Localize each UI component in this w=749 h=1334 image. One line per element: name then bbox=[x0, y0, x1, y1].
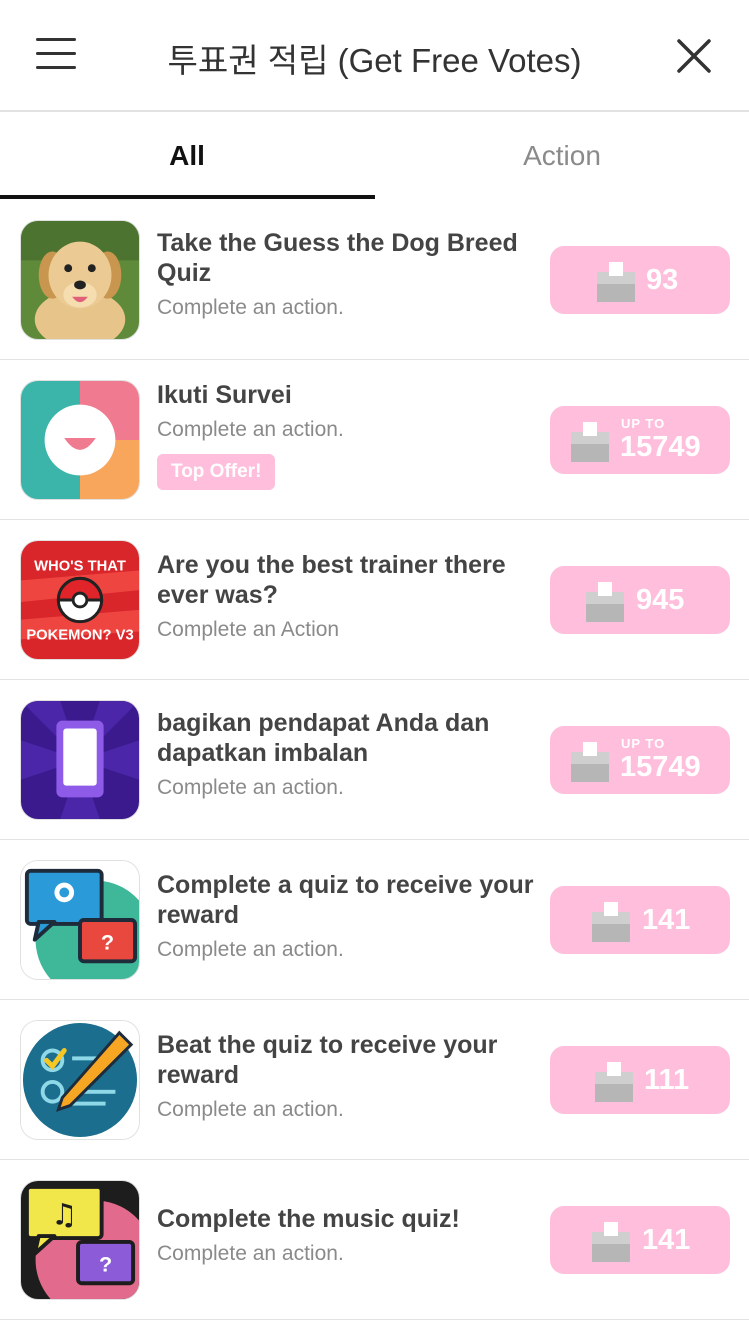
vote-reward-button[interactable]: 111 bbox=[550, 1046, 730, 1114]
offer-info: bagikan pendapat Anda dan dapatkan imbal… bbox=[157, 708, 537, 800]
vote-reward-button[interactable]: UP TO 15749 bbox=[550, 406, 730, 474]
quiz-chat-icon: ? bbox=[20, 860, 140, 980]
offer-row[interactable]: WHO'S THAT POKEMON? V3 Are you the best … bbox=[0, 520, 749, 680]
music-quiz-icon: ♫ ? bbox=[20, 1180, 140, 1300]
vote-count: 141 bbox=[642, 1224, 691, 1256]
vote-reward-button[interactable]: 141 bbox=[550, 1206, 730, 1274]
offer-info: Are you the best trainer there ever was?… bbox=[157, 550, 537, 642]
header-bar: 투표권 적립 (Get Free Votes) bbox=[0, 0, 749, 112]
checklist-pencil-icon bbox=[20, 1020, 140, 1140]
vote-reward-button[interactable]: 93 bbox=[550, 246, 730, 314]
ballot-box-icon bbox=[571, 422, 609, 462]
offer-title: Complete the music quiz! bbox=[157, 1205, 460, 1233]
offer-title: Beat the quiz to receive your reward bbox=[157, 1031, 498, 1089]
svg-text:?: ? bbox=[101, 930, 114, 955]
offer-subtitle: Complete an action. bbox=[157, 418, 344, 441]
offer-list: Take the Guess the Dog Breed Quiz Comple… bbox=[0, 200, 749, 1320]
offer-row[interactable]: Ikuti Survei Complete an action. Top Off… bbox=[0, 360, 749, 520]
active-tab-indicator bbox=[0, 195, 375, 199]
offer-subtitle: Complete an action. bbox=[157, 1098, 344, 1121]
pokemon-icon-bottom-text: POKEMON? V3 bbox=[26, 627, 133, 643]
offer-subtitle: Complete an action. bbox=[157, 1242, 344, 1265]
offer-title: Ikuti Survei bbox=[157, 381, 292, 409]
vote-count: 93 bbox=[646, 264, 679, 296]
offer-row[interactable]: ♫ ? Complete the music quiz! Complete an… bbox=[0, 1160, 749, 1320]
ballot-box-icon bbox=[571, 742, 609, 782]
svg-text:♫: ♫ bbox=[51, 1197, 77, 1231]
vote-count: 111 bbox=[644, 1064, 690, 1096]
svg-text:?: ? bbox=[99, 1251, 112, 1276]
ballot-box-icon bbox=[592, 1222, 630, 1262]
vote-count: 15749 bbox=[620, 751, 701, 783]
vote-reward-button[interactable]: 945 bbox=[550, 566, 730, 634]
survey-app-icon bbox=[20, 380, 140, 500]
offer-info: Ikuti Survei Complete an action. Top Off… bbox=[157, 380, 537, 490]
offer-info: Complete the music quiz! Complete an act… bbox=[157, 1204, 537, 1266]
offer-title: Complete a quiz to receive your reward bbox=[157, 871, 534, 929]
offer-subtitle: Complete an action. bbox=[157, 938, 344, 961]
close-icon[interactable] bbox=[676, 38, 712, 74]
tab-all[interactable]: All bbox=[0, 112, 374, 200]
pokemon-quiz-icon: WHO'S THAT POKEMON? V3 bbox=[20, 540, 140, 660]
top-offer-badge: Top Offer! bbox=[157, 454, 276, 490]
ballot-box-icon bbox=[586, 582, 624, 622]
offer-row[interactable]: bagikan pendapat Anda dan dapatkan imbal… bbox=[0, 680, 749, 840]
tab-action[interactable]: Action bbox=[375, 112, 749, 200]
offer-subtitle: Complete an Action bbox=[157, 618, 340, 641]
vote-count: 15749 bbox=[620, 431, 701, 463]
offer-row[interactable]: ? Complete a quiz to receive your reward… bbox=[0, 840, 749, 1000]
offer-title: Take the Guess the Dog Breed Quiz bbox=[157, 229, 518, 287]
vote-reward-button[interactable]: UP TO 15749 bbox=[550, 726, 730, 794]
offer-title: Are you the best trainer there ever was? bbox=[157, 551, 506, 609]
hamburger-menu-icon[interactable] bbox=[36, 38, 76, 70]
page-title: 투표권 적립 (Get Free Votes) bbox=[167, 42, 582, 79]
pokemon-icon-top-text: WHO'S THAT bbox=[34, 559, 126, 575]
vote-reward-button[interactable]: 141 bbox=[550, 886, 730, 954]
vote-count: 141 bbox=[642, 904, 691, 936]
tab-bar: All Action bbox=[0, 112, 749, 200]
offer-row[interactable]: Beat the quiz to receive your reward Com… bbox=[0, 1000, 749, 1160]
offer-subtitle: Complete an action. bbox=[157, 776, 344, 799]
offer-info: Complete a quiz to receive your reward C… bbox=[157, 870, 537, 962]
offer-row[interactable]: Take the Guess the Dog Breed Quiz Comple… bbox=[0, 200, 749, 360]
offer-info: Beat the quiz to receive your reward Com… bbox=[157, 1030, 537, 1122]
phone-app-icon bbox=[20, 700, 140, 820]
offer-subtitle: Complete an action. bbox=[157, 296, 344, 319]
offer-title: bagikan pendapat Anda dan dapatkan imbal… bbox=[157, 709, 490, 767]
ballot-box-icon bbox=[595, 1062, 633, 1102]
ballot-box-icon bbox=[592, 902, 630, 942]
offer-info: Take the Guess the Dog Breed Quiz Comple… bbox=[157, 228, 537, 320]
up-to-label: UP TO bbox=[621, 416, 666, 431]
up-to-label: UP TO bbox=[621, 736, 666, 751]
vote-count: 945 bbox=[636, 584, 685, 616]
ballot-box-icon bbox=[597, 262, 635, 302]
puppy-photo-icon bbox=[20, 220, 140, 340]
